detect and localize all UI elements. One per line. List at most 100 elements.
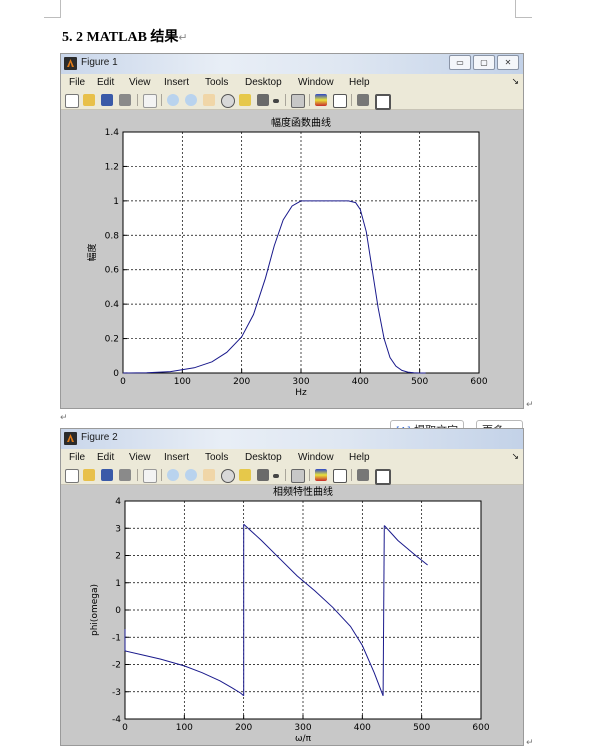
pan-hand-icon[interactable]: [203, 94, 215, 106]
pointer-icon[interactable]: [143, 469, 157, 483]
menu-insert[interactable]: Insert: [164, 77, 189, 88]
link-plot-icon[interactable]: [291, 469, 305, 483]
matlab-logo-icon: [64, 57, 77, 70]
toolbar-separator: [309, 94, 310, 106]
minimize-button[interactable]: ▭: [449, 55, 471, 70]
rotate-3d-icon[interactable]: [221, 94, 235, 108]
brush-icon[interactable]: [257, 469, 269, 481]
page-margin-right-top-h: [515, 17, 532, 18]
page-margin-right-top: [515, 0, 516, 18]
y-tick-label: 1.2: [105, 162, 119, 172]
pointer-icon[interactable]: [143, 94, 157, 108]
magnitude-chart: 0 100 200 300 400 500 600 0 0.2 0.4 0.6 0.8 1 1.2 1.4 幅…: [86, 116, 488, 398]
menu-desktop[interactable]: Desktop: [245, 452, 282, 463]
show-plot-tools-icon[interactable]: [375, 469, 391, 485]
x-tick-label: 500: [413, 723, 430, 733]
brush-dropdown-icon[interactable]: [273, 99, 279, 103]
menu-edit[interactable]: Edit: [97, 77, 114, 88]
menu-window[interactable]: Window: [298, 77, 334, 88]
figure-1-titlebar[interactable]: Figure 1 ▭ ▢ ✕: [61, 54, 523, 74]
page-margin-left-top: [60, 0, 61, 18]
matlab-logo-icon: [64, 432, 77, 445]
new-file-icon[interactable]: [65, 94, 79, 108]
insert-legend-icon[interactable]: [333, 94, 347, 108]
pan-hand-icon[interactable]: [203, 469, 215, 481]
insert-colorbar-icon[interactable]: [315, 94, 327, 106]
menu-help[interactable]: Help: [349, 77, 370, 88]
save-icon[interactable]: [101, 94, 113, 106]
x-tick-label: 200: [233, 377, 250, 387]
paragraph-mark-icon: ↵: [60, 413, 68, 423]
x-tick-label: 200: [235, 723, 252, 733]
data-cursor-icon[interactable]: [239, 469, 251, 481]
y-tick-label: 0.6: [105, 266, 120, 276]
x-tick-label: 600: [472, 723, 489, 733]
y-tick-label: 3: [115, 524, 121, 534]
hide-plot-tools-icon[interactable]: [357, 94, 369, 106]
zoom-in-icon[interactable]: [167, 94, 179, 106]
y-tick-label: -4: [112, 715, 121, 725]
toolbar-separator: [161, 94, 162, 106]
new-file-icon[interactable]: [65, 469, 79, 483]
menu-view[interactable]: View: [129, 77, 151, 88]
menu-overflow-icon[interactable]: ↘: [511, 451, 519, 462]
save-icon[interactable]: [101, 469, 113, 481]
chart-title: 幅度函数曲线: [271, 116, 331, 129]
x-axis-label: ω/π: [295, 734, 312, 744]
menu-help[interactable]: Help: [349, 452, 370, 463]
open-folder-icon[interactable]: [83, 94, 95, 106]
menu-file[interactable]: File: [69, 77, 85, 88]
close-button[interactable]: ✕: [497, 55, 519, 70]
figure-1-window[interactable]: Figure 1 ▭ ▢ ✕ File Edit View Insert Too…: [60, 53, 524, 409]
y-tick-label: -2: [112, 661, 121, 671]
y-tick-label: 4: [115, 497, 121, 507]
x-tick-label: 300: [294, 723, 311, 733]
x-tick-label: 0: [120, 377, 126, 387]
x-tick-label: 300: [292, 377, 309, 387]
menu-desktop[interactable]: Desktop: [245, 77, 282, 88]
x-tick-label: 600: [470, 377, 487, 387]
hide-plot-tools-icon[interactable]: [357, 469, 369, 481]
menu-tools[interactable]: Tools: [205, 452, 228, 463]
menu-tools[interactable]: Tools: [205, 77, 228, 88]
figure-1-canvas: 0 100 200 300 400 500 600 0 0.2 0.4 0.6 0.8 1 1.2 1.4 幅…: [61, 110, 523, 408]
toolbar-separator: [351, 469, 352, 481]
y-tick-label: 1.4: [105, 128, 120, 138]
print-icon[interactable]: [119, 94, 131, 106]
zoom-out-icon[interactable]: [185, 469, 197, 481]
toolbar-separator: [161, 469, 162, 481]
menu-edit[interactable]: Edit: [97, 452, 114, 463]
show-plot-tools-icon[interactable]: [375, 94, 391, 110]
brush-icon[interactable]: [257, 94, 269, 106]
figure-2-menubar: File Edit View Insert Tools Desktop Wind…: [61, 449, 523, 467]
menu-window[interactable]: Window: [298, 452, 334, 463]
x-tick-label: 100: [176, 723, 193, 733]
y-tick-label: 0: [115, 606, 121, 616]
figure-1-title: Figure 1: [81, 57, 118, 68]
print-icon[interactable]: [119, 469, 131, 481]
y-axis-label: phi(omega): [90, 584, 100, 636]
open-folder-icon[interactable]: [83, 469, 95, 481]
paragraph-mark-icon: ↵: [178, 32, 188, 44]
y-tick-label: 0.2: [105, 335, 119, 345]
y-tick-label: 0.8: [105, 231, 120, 241]
figure-1-toolbar: [61, 91, 523, 110]
menu-insert[interactable]: Insert: [164, 452, 189, 463]
brush-dropdown-icon[interactable]: [273, 474, 279, 478]
zoom-in-icon[interactable]: [167, 469, 179, 481]
menu-view[interactable]: View: [129, 452, 151, 463]
figure-2-titlebar[interactable]: Figure 2: [61, 429, 523, 449]
chart-title: 相频特性曲线: [273, 485, 333, 498]
zoom-out-icon[interactable]: [185, 94, 197, 106]
y-tick-label: 2: [115, 552, 121, 562]
rotate-3d-icon[interactable]: [221, 469, 235, 483]
link-plot-icon[interactable]: [291, 94, 305, 108]
figure-2-window[interactable]: Figure 2 File Edit View Insert Tools Des…: [60, 428, 524, 746]
x-tick-label: 500: [411, 377, 428, 387]
maximize-button[interactable]: ▢: [473, 55, 495, 70]
menu-file[interactable]: File: [69, 452, 85, 463]
menu-overflow-icon[interactable]: ↘: [511, 76, 519, 87]
insert-colorbar-icon[interactable]: [315, 469, 327, 481]
data-cursor-icon[interactable]: [239, 94, 251, 106]
insert-legend-icon[interactable]: [333, 469, 347, 483]
